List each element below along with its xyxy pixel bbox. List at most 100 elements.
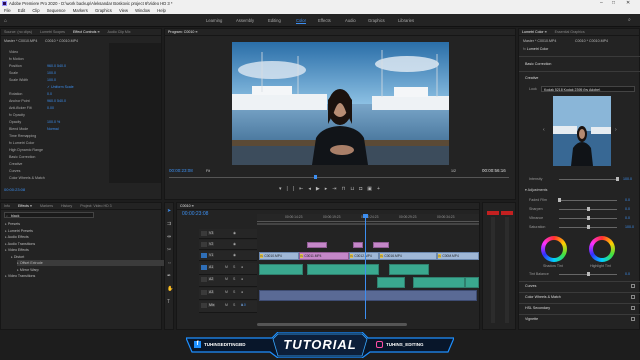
effects-tree-item[interactable]: ▸ Audio Transitions bbox=[5, 241, 35, 247]
workspace-assembly[interactable]: Assembly bbox=[236, 18, 254, 23]
track-target-icon[interactable] bbox=[201, 231, 207, 236]
minimize-button[interactable]: – bbox=[600, 0, 603, 7]
workspace-color[interactable]: Color bbox=[296, 18, 307, 24]
effects-tree-item[interactable]: ▸ Video Effects bbox=[5, 247, 29, 253]
play-icon[interactable]: ▶ bbox=[316, 186, 325, 192]
slider-value[interactable]: 0.0 bbox=[625, 206, 630, 212]
lumetri-fx-label[interactable]: fx Lumetri Color bbox=[523, 46, 548, 52]
video-clip[interactable] bbox=[353, 242, 363, 248]
slider-thumb[interactable] bbox=[587, 207, 590, 211]
add-button-icon[interactable]: + bbox=[377, 186, 385, 192]
creative-section[interactable]: Creative bbox=[525, 75, 538, 81]
audio-clip[interactable] bbox=[377, 277, 405, 288]
audio-clip[interactable] bbox=[465, 277, 479, 288]
track-target-icon[interactable] bbox=[201, 290, 207, 295]
master-clip-label[interactable]: Master * C0010.MP4 bbox=[4, 38, 37, 44]
tab-lumetri-scopes[interactable]: Lumetri Scopes bbox=[40, 30, 65, 34]
property-value[interactable]: 0.0 bbox=[47, 91, 52, 97]
home-icon[interactable]: ⌂ bbox=[4, 18, 7, 24]
hand-tool-icon[interactable]: ✋ bbox=[167, 286, 173, 292]
compare-icon[interactable]: ▣ bbox=[367, 186, 377, 192]
audio-clip[interactable] bbox=[307, 264, 379, 275]
work-area-bar[interactable] bbox=[257, 223, 479, 225]
track-target-icon[interactable] bbox=[201, 265, 207, 270]
effects-tree-item[interactable]: ▸ Offset Extrude bbox=[17, 260, 167, 266]
track-target-icon[interactable] bbox=[201, 242, 207, 247]
tab-markers[interactable]: Markers bbox=[40, 204, 53, 208]
fit-dropdown[interactable]: Fit bbox=[206, 168, 210, 174]
look-prev-icon[interactable]: ‹ bbox=[543, 127, 545, 133]
lumetri-section-header[interactable]: Vignette bbox=[525, 316, 538, 322]
step-back-icon[interactable]: ◂ bbox=[308, 186, 316, 192]
effects-tree-item[interactable]: ▸ Video Transitions bbox=[5, 273, 35, 279]
tab-essential-graphics[interactable]: Essential Graphics bbox=[555, 30, 585, 34]
slider-thumb[interactable] bbox=[587, 225, 590, 229]
slider-value[interactable]: 0.0 bbox=[625, 215, 630, 221]
ripple-edit-icon[interactable]: ⇹ bbox=[167, 234, 171, 240]
mic-icon[interactable]: ● bbox=[241, 277, 243, 281]
playhead-line[interactable] bbox=[365, 214, 366, 319]
highlight-tint-wheel[interactable] bbox=[589, 236, 615, 262]
program-timecode[interactable]: 00:00:23:08 bbox=[169, 168, 193, 174]
pen-tool-icon[interactable]: ✒ bbox=[167, 273, 171, 279]
audio-clip[interactable] bbox=[389, 264, 429, 275]
property-value[interactable]: 960.0 540.0 bbox=[47, 63, 66, 69]
track-label[interactable]: V1 bbox=[208, 253, 215, 257]
track-label[interactable]: A1 bbox=[208, 265, 215, 269]
menu-sequence[interactable]: Sequence bbox=[47, 8, 66, 13]
video-clip[interactable]: fx C0011.MP4 bbox=[299, 252, 349, 260]
section-checkbox-icon[interactable] bbox=[631, 306, 635, 310]
mic-icon[interactable]: ● bbox=[241, 265, 243, 269]
search-icon[interactable]: ⌕ bbox=[628, 17, 631, 23]
look-next-icon[interactable]: › bbox=[615, 127, 617, 133]
mix-value[interactable]: 0.0 bbox=[241, 303, 246, 307]
menu-edit[interactable]: Edit bbox=[18, 8, 25, 13]
property-value[interactable]: 0.00 bbox=[47, 105, 54, 111]
effect-controls-timecode[interactable]: 00:00:23:08 bbox=[4, 187, 25, 193]
slider-thumb[interactable] bbox=[558, 198, 561, 202]
video-clip[interactable] bbox=[307, 242, 327, 248]
intensity-slider[interactable] bbox=[559, 179, 617, 180]
intensity-value[interactable]: 100.0 bbox=[623, 176, 632, 182]
workspace-graphics[interactable]: Graphics bbox=[368, 18, 385, 23]
extract-icon[interactable]: ⊔ bbox=[350, 186, 359, 192]
effects-tree-item[interactable]: ▸ Distort bbox=[11, 254, 24, 260]
lumetri-section-header[interactable]: Color Wheels & Match bbox=[525, 294, 561, 300]
track-target-icon[interactable] bbox=[201, 253, 207, 258]
timeline-timecode[interactable]: 00:00:23:08 bbox=[182, 211, 208, 217]
track-label[interactable]: Mix bbox=[208, 303, 216, 307]
video-clip[interactable]: fx C0010.MP4 bbox=[259, 252, 299, 260]
section-checkbox-icon[interactable] bbox=[631, 295, 635, 299]
tint-balance-value[interactable]: 0.0 bbox=[625, 271, 630, 277]
section-checkbox-icon[interactable] bbox=[631, 284, 635, 288]
tint-balance-thumb[interactable] bbox=[587, 272, 590, 276]
tab-program[interactable]: Program: C0010 ≡ bbox=[168, 30, 197, 34]
tab-history[interactable]: History bbox=[61, 204, 72, 208]
basic-correction-section[interactable]: Basic Correction bbox=[525, 61, 551, 67]
track-label[interactable]: A2 bbox=[208, 277, 215, 281]
lumetri-master-label[interactable]: Master * C0010.MP4 bbox=[523, 38, 556, 44]
lumetri-section-header[interactable]: HSL Secondary bbox=[525, 305, 550, 311]
video-clip[interactable]: fx C00M.MP4 bbox=[437, 252, 479, 260]
mic-icon[interactable]: ● bbox=[241, 290, 243, 294]
lumetri-sequence-label[interactable]: C0010 * C0010.MP4 bbox=[575, 38, 608, 44]
menu-markers[interactable]: Markers bbox=[73, 8, 88, 13]
program-scrubber[interactable] bbox=[169, 177, 509, 178]
track-target-icon[interactable] bbox=[201, 303, 207, 308]
menu-file[interactable]: File bbox=[4, 8, 11, 13]
property-value[interactable]: 100.0 bbox=[47, 70, 56, 76]
lumetri-section-header[interactable]: Curves bbox=[525, 283, 536, 289]
property-value[interactable]: 960.0 540.0 bbox=[47, 98, 66, 104]
track-target-icon[interactable] bbox=[201, 277, 207, 282]
solo-icon[interactable]: S bbox=[233, 277, 235, 281]
tab-sequence[interactable]: C0010 ≡ bbox=[180, 204, 194, 208]
menu-clip[interactable]: Clip bbox=[32, 8, 39, 13]
sequence-clip-label[interactable]: C0010 * C0010.MP4 bbox=[45, 38, 78, 44]
track-label[interactable]: V2 bbox=[208, 242, 215, 246]
effects-tree-item[interactable]: ▸ Mirror Warp bbox=[17, 267, 39, 273]
intensity-thumb[interactable] bbox=[616, 177, 619, 181]
menu-view[interactable]: View bbox=[119, 8, 128, 13]
slider-track[interactable] bbox=[559, 200, 617, 201]
solo-icon[interactable]: S bbox=[233, 290, 235, 294]
property-value[interactable]: ✓ Uniform Scale bbox=[47, 84, 74, 90]
